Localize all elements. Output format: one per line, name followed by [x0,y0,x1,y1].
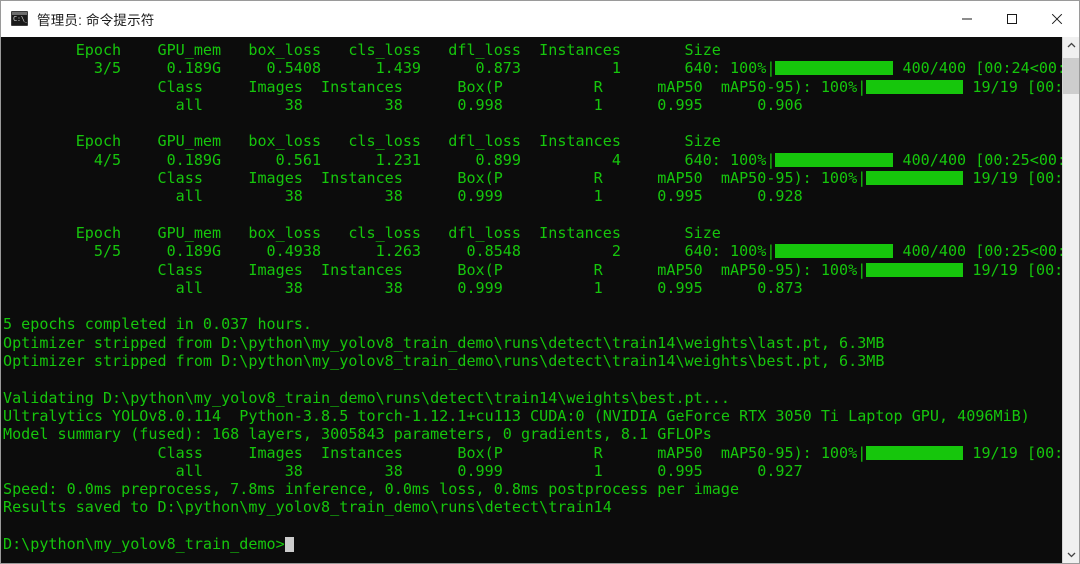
console-line-text: 19/19 [00:00 [972,169,1062,188]
cmd-icon [11,11,28,26]
console-line-text: all 38 38 0.999 1 0.995 0.927 [3,461,803,480]
console-line-list: Epoch GPU_mem box_loss cls_loss dfl_loss… [3,41,1062,553]
console-line: Class Images Instances Box(P R mAP50 mAP… [3,78,1062,96]
console-line-text: Optimizer stripped from D:\python\my_yol… [3,352,885,371]
console-line: all 38 38 0.999 1 0.995 0.927 [3,462,1062,480]
console-line-text: Class Images Instances Box(P R mAP50 mAP… [3,260,867,279]
console-line: Optimizer stripped from D:\python\my_yol… [3,352,1062,370]
console-line: Epoch GPU_mem box_loss cls_loss dfl_loss… [3,41,1062,59]
scroll-up-button[interactable] [1063,37,1079,54]
console-line: 3/5 0.189G 0.5408 1.439 0.873 1 640: 100… [3,59,1062,77]
progress-bar [866,262,964,277]
console-line-text: 400/400 [00:25<00:00, 1 [902,242,1063,261]
window-title: 管理员: 命令提示符 [37,12,155,28]
console-line-text: Ultralytics YOLOv8.0.114 Python-3.8.5 to… [3,406,1030,425]
console-output[interactable]: Epoch GPU_mem box_loss cls_loss dfl_loss… [1,37,1062,563]
console-line: Ultralytics YOLOv8.0.114 Python-3.8.5 to… [3,407,1062,425]
console-line-text: Class Images Instances Box(P R mAP50 mAP… [3,169,867,188]
console-line: Results saved to D:\python\my_yolov8_tra… [3,498,1062,516]
console-line: Class Images Instances Box(P R mAP50 mAP… [3,261,1062,279]
console-line-text: Epoch GPU_mem box_loss cls_loss dfl_loss… [3,223,721,242]
progress-bar [775,61,894,76]
console-line: Model summary (fused): 168 layers, 30058… [3,425,1062,443]
console-line-text: Optimizer stripped from D:\python\my_yol… [3,333,885,352]
console-line: Class Images Instances Box(P R mAP50 mAP… [3,169,1062,187]
console-line: Validating D:\python\my_yolov8_train_dem… [3,389,1062,407]
console-line: 4/5 0.189G 0.561 1.231 0.899 4 640: 100%… [3,151,1062,169]
progress-bar [775,152,894,167]
console-line: all 38 38 0.999 1 0.995 0.873 [3,279,1062,297]
console-line-text: 19/19 [00:00 [972,260,1062,279]
console-line-text: all 38 38 0.998 1 0.995 0.906 [3,95,803,114]
console-line-text: Epoch GPU_mem box_loss cls_loss dfl_loss… [3,132,721,151]
command-prompt-window: 管理员: 命令提示符 Epoc [0,0,1080,564]
progress-bar [775,244,894,259]
progress-bar [866,445,964,460]
console-line: 5 epochs completed in 0.037 hours. [3,315,1062,333]
console-line-text: 5 epochs completed in 0.037 hours. [3,315,312,334]
console-line-text: all 38 38 0.999 1 0.995 0.873 [3,278,803,297]
maximize-icon [1006,13,1017,24]
maximize-button[interactable] [989,1,1034,37]
console-line-text: D:\python\my_yolov8_train_demo> [3,535,285,554]
console-line-text: 19/19 [00:00 [972,443,1062,462]
console-line-text: 400/400 [00:24<00:00, 1 [902,59,1063,78]
window-controls [944,1,1079,37]
vertical-scrollbar[interactable] [1062,37,1079,563]
console-line-text: Class Images Instances Box(P R mAP50 mAP… [3,77,867,96]
console-line: Class Images Instances Box(P R mAP50 mAP… [3,444,1062,462]
console-line-text: 3/5 0.189G 0.5408 1.439 0.873 1 640: 100… [3,59,776,78]
minimize-icon [961,18,972,19]
console-line-text: Class Images Instances Box(P R mAP50 mAP… [3,443,867,462]
chevron-up-icon [1067,42,1075,48]
progress-bar [866,79,964,94]
console-line: all 38 38 0.999 1 0.995 0.928 [3,187,1062,205]
console-line-text: Validating D:\python\my_yolov8_train_dem… [3,388,730,407]
text-cursor [284,537,294,553]
console-line-text: Epoch GPU_mem box_loss cls_loss dfl_loss… [3,41,721,59]
scrollbar-thumb[interactable] [1063,58,1079,94]
progress-bar [866,171,964,186]
console-line-text: Results saved to D:\python\my_yolov8_tra… [3,498,612,517]
console-line-text: 400/400 [00:25<00:00, 1 [902,150,1063,169]
console-line: Epoch GPU_mem box_loss cls_loss dfl_loss… [3,132,1062,150]
console-line: Speed: 0.0ms preprocess, 7.8ms inference… [3,480,1062,498]
console-line: Optimizer stripped from D:\python\my_yol… [3,334,1062,352]
console-line-text: Model summary (fused): 168 layers, 30058… [3,425,712,444]
console-line-text: Speed: 0.0ms preprocess, 7.8ms inference… [3,480,740,499]
scroll-down-button[interactable] [1063,546,1079,563]
console-line: 5/5 0.189G 0.4938 1.263 0.8548 2 640: 10… [3,242,1062,260]
console-line-text: all 38 38 0.999 1 0.995 0.928 [3,187,803,206]
console-line-text: 19/19 [00:00 [972,77,1062,96]
console-line: Epoch GPU_mem box_loss cls_loss dfl_loss… [3,224,1062,242]
console-line: all 38 38 0.998 1 0.995 0.906 [3,96,1062,114]
console-line-text: 5/5 0.189G 0.4938 1.263 0.8548 2 640: 10… [3,242,776,261]
title-bar[interactable]: 管理员: 命令提示符 [1,1,1079,37]
console-area: Epoch GPU_mem box_loss cls_loss dfl_loss… [1,37,1079,563]
minimize-button[interactable] [944,1,989,37]
scrollbar-track[interactable] [1063,54,1079,546]
chevron-down-icon [1067,552,1075,558]
console-line: D:\python\my_yolov8_train_demo> [3,535,1062,553]
title-bar-left: 管理员: 命令提示符 [1,9,944,29]
console-line-text: 4/5 0.189G 0.561 1.231 0.899 4 640: 100%… [3,150,776,169]
close-icon [1051,13,1062,24]
close-button[interactable] [1034,1,1079,37]
